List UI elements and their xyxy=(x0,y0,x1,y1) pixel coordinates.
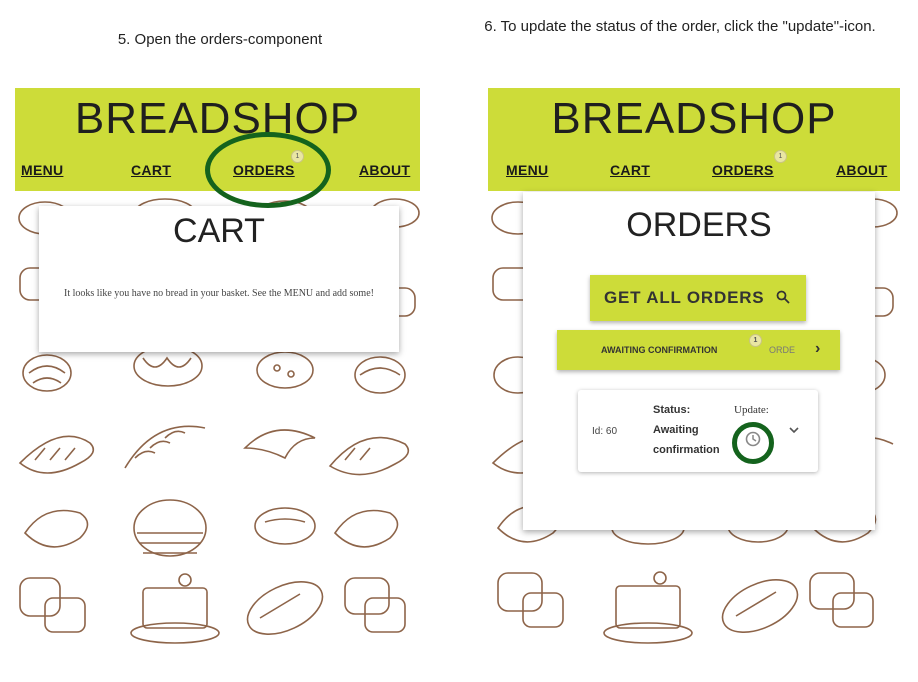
search-icon xyxy=(776,290,790,304)
order-status-value: Awaiting xyxy=(653,424,699,436)
nav-cart[interactable]: CART xyxy=(610,162,650,178)
orders-count-badge: 1 xyxy=(774,150,787,163)
awaiting-count-badge: 1 xyxy=(749,334,762,347)
tab-next-partial[interactable]: ORDE xyxy=(769,345,795,355)
nav-menu[interactable]: MENU xyxy=(21,162,63,178)
main-nav: MENU CART ORDERS 1 ABOUT xyxy=(488,150,900,182)
nav-cart[interactable]: CART xyxy=(131,162,171,178)
brand-logo: BREADSHOP xyxy=(551,94,837,143)
caption-step-5: 5. Open the orders-component xyxy=(117,31,323,48)
tab-awaiting-confirmation[interactable]: AWAITING CONFIRMATION xyxy=(601,345,717,355)
nav-about[interactable]: ABOUT xyxy=(359,162,410,178)
caption-step-6: 6. To update the status of the order, cl… xyxy=(484,18,876,35)
cart-card: CART It looks like you have no bread in … xyxy=(39,206,399,352)
order-item: Id: 60 Status: Awaiting confirmation Upd… xyxy=(578,390,818,472)
get-all-orders-button[interactable]: GET ALL ORDERS xyxy=(590,275,806,321)
brand-logo: BREADSHOP xyxy=(74,94,361,143)
order-id: Id: 60 xyxy=(592,426,618,437)
nav-about[interactable]: ABOUT xyxy=(836,162,887,178)
get-all-orders-label: GET ALL ORDERS xyxy=(604,288,765,307)
order-status-tabs: AWAITING CONFIRMATION 1 ORDE › xyxy=(557,330,840,370)
screenshot-cart: BREADSHOP MENU CART ORDERS 1 ABOUT CART … xyxy=(15,88,420,648)
highlight-ring-orders xyxy=(205,132,331,208)
cart-empty-message: It looks like you have no bread in your … xyxy=(64,288,374,299)
chevron-down-icon[interactable] xyxy=(788,426,800,436)
order-status-value-2: confirmation xyxy=(653,444,720,456)
order-status-label: Status: xyxy=(653,404,691,416)
app-header: BREADSHOP MENU CART ORDERS 1 ABOUT xyxy=(488,88,900,191)
cart-title: CART xyxy=(173,212,265,250)
orders-card: ORDERS GET ALL ORDERS AWAITING CONFIRMAT… xyxy=(523,192,875,530)
update-label: Update: xyxy=(734,404,769,416)
nav-menu[interactable]: MENU xyxy=(506,162,548,178)
chevron-right-icon[interactable]: › xyxy=(815,340,820,358)
orders-title: ORDERS xyxy=(626,206,772,244)
nav-orders[interactable]: ORDERS xyxy=(712,162,774,178)
screenshot-orders: BREADSHOP MENU CART ORDERS 1 ABOUT ORDER… xyxy=(488,88,900,648)
highlight-ring-update xyxy=(732,422,774,464)
